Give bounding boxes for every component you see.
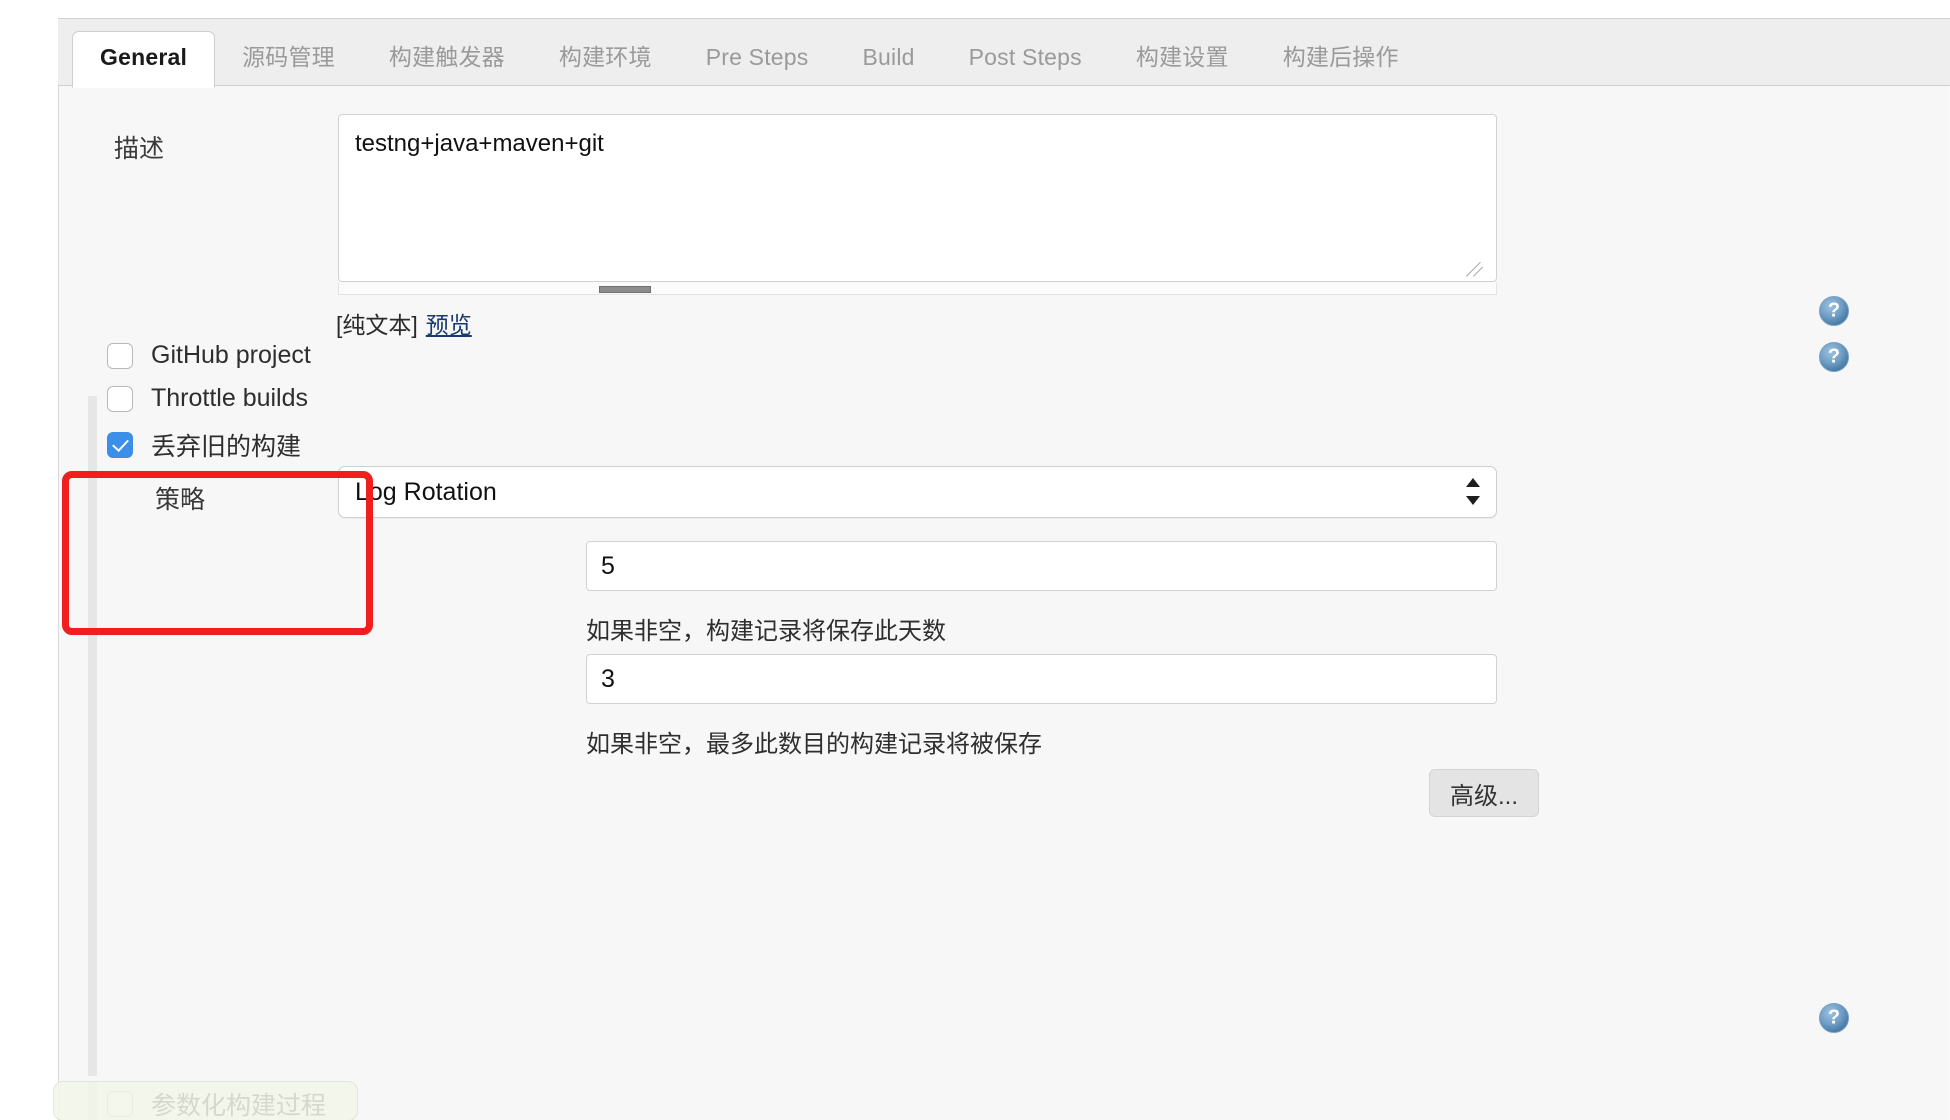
- max-builds-to-keep-input[interactable]: [586, 654, 1497, 704]
- help-icon-parameterized-build[interactable]: [1819, 1003, 1849, 1033]
- discard-old-builds-label: 丢弃旧的构建: [151, 433, 302, 461]
- section-rail: [88, 396, 97, 1076]
- throttle-builds-checkbox[interactable]: [107, 385, 133, 412]
- checkbox-row-github-project[interactable]: GitHub project: [107, 341, 311, 370]
- days-to-keep-help: 如果非空，构建记录将保存此天数: [586, 618, 946, 645]
- days-to-keep-input[interactable]: [586, 541, 1497, 591]
- tab-post-build[interactable]: 构建后操作: [1256, 46, 1426, 87]
- description-scrollbar[interactable]: [338, 283, 1497, 295]
- description-scrollbar-thumb[interactable]: [599, 286, 651, 293]
- checkbox-row-throttle-builds[interactable]: Throttle builds: [107, 384, 308, 413]
- tab-build-settings[interactable]: 构建设置: [1109, 46, 1256, 87]
- tab-build[interactable]: Build: [835, 46, 941, 87]
- tab-build-triggers[interactable]: 构建触发器: [362, 46, 532, 87]
- policy-select-wrapper: Log Rotation: [338, 466, 1497, 518]
- description-label: 描述: [114, 135, 165, 163]
- policy-label: 策略: [155, 486, 206, 514]
- jenkins-job-config-screen: General 源码管理 构建触发器 构建环境 Pre Steps Build …: [0, 0, 1950, 1120]
- checkbox-row-discard-old-builds[interactable]: 丢弃旧的构建: [107, 427, 301, 463]
- config-tabbar: General 源码管理 构建触发器 构建环境 Pre Steps Build …: [58, 18, 1950, 88]
- tab-list: General 源码管理 构建触发器 构建环境 Pre Steps Build …: [58, 19, 1426, 88]
- max-builds-to-keep-help: 如果非空，最多此数目的构建记录将被保存: [586, 731, 1042, 758]
- tab-general[interactable]: General: [72, 31, 216, 88]
- description-input[interactable]: [338, 114, 1497, 282]
- description-format-row: [纯文本] 预览: [336, 306, 472, 340]
- help-icon-throttle-builds[interactable]: [1819, 296, 1849, 326]
- bottom-overlay-panel: [53, 1081, 358, 1120]
- tab-post-steps[interactable]: Post Steps: [942, 46, 1109, 87]
- preview-link[interactable]: 预览: [426, 312, 472, 338]
- help-icon-discard-old-builds[interactable]: [1819, 342, 1849, 372]
- throttle-builds-label: Throttle builds: [151, 384, 309, 412]
- policy-select[interactable]: Log Rotation: [338, 466, 1497, 518]
- tab-scm[interactable]: 源码管理: [215, 46, 362, 87]
- github-project-checkbox[interactable]: [107, 342, 133, 369]
- annotation-rectangle: [62, 471, 373, 635]
- config-form: 描述 [纯文本] 预览 GitHub project Throttle build…: [59, 86, 1949, 1120]
- tab-pre-steps[interactable]: Pre Steps: [679, 46, 836, 87]
- tab-build-env[interactable]: 构建环境: [532, 46, 679, 87]
- plaintext-label: [纯文本]: [336, 312, 418, 338]
- advanced-button[interactable]: 高级...: [1429, 769, 1539, 817]
- discard-old-builds-checkbox[interactable]: [107, 432, 133, 458]
- github-project-label: GitHub project: [151, 341, 311, 369]
